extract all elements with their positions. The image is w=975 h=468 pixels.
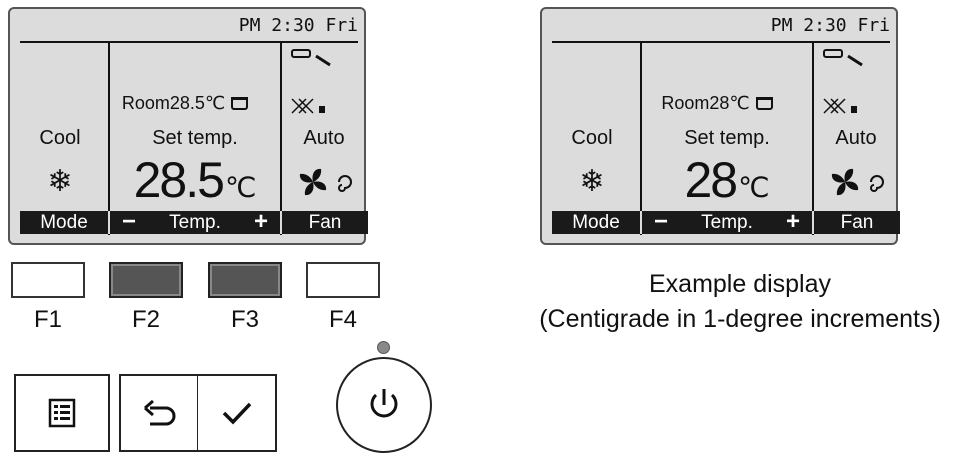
lcd-display-right: PM 2:30 Fri Room28℃ Cool ❄ Set temp. 28℃… xyxy=(540,7,900,245)
softkey-fan: Fan xyxy=(280,211,368,234)
clock-status: PM 2:30 Fri xyxy=(770,15,890,36)
set-temp-label: Set temp. xyxy=(684,127,770,149)
lcd-display-left: PM 2:30 Fri Room28.5℃ Cool ❄ Set temp. 2… xyxy=(8,7,368,245)
snowflake-icon: ❄ xyxy=(47,165,73,198)
menu-icon xyxy=(48,398,76,428)
f4-button[interactable] xyxy=(306,262,380,298)
softkey-bar: Mode − Temp. + Fan xyxy=(20,208,370,235)
mode-label: Cool xyxy=(571,127,613,149)
drain-icon xyxy=(755,97,773,110)
f1-button[interactable] xyxy=(11,262,85,298)
f2-label: F2 xyxy=(131,306,160,333)
softkey-bar: Mode − Temp. + Fan xyxy=(552,208,902,235)
temperature-unit: ℃ xyxy=(738,172,770,203)
checkmark-icon xyxy=(222,402,251,425)
room-temperature: Room28.5℃ xyxy=(115,93,255,114)
clock-status: PM 2:30 Fri xyxy=(238,15,358,36)
f2-button[interactable] xyxy=(109,262,183,298)
fan-speed-label: Auto xyxy=(303,127,345,149)
set-temperature-value: 28 xyxy=(684,152,738,208)
caption-subtitle: (Centigrade in 1-degree increments) xyxy=(539,305,941,333)
f4-label: F4 xyxy=(328,306,357,333)
return-button[interactable] xyxy=(119,374,199,452)
f3-label: F3 xyxy=(230,306,259,333)
fan-icon xyxy=(831,168,884,196)
caption-title: Example display xyxy=(648,270,832,298)
room-temperature: Room28℃ xyxy=(647,93,787,114)
vane-icon xyxy=(291,49,331,67)
menu-button[interactable] xyxy=(14,374,110,452)
room-temperature-text: Room28.5℃ xyxy=(121,93,226,113)
softkey-fan: Fan xyxy=(812,211,900,234)
vane-icon xyxy=(823,49,863,67)
operation-indicator-led xyxy=(377,341,390,354)
room-temperature-text: Room28℃ xyxy=(661,93,750,113)
divider xyxy=(20,41,358,43)
softkey-temp: − Temp. + xyxy=(640,208,812,235)
confirm-button[interactable] xyxy=(197,374,277,452)
louver-icon xyxy=(291,98,325,114)
plus-icon: + xyxy=(253,208,268,235)
set-temp-label: Set temp. xyxy=(152,127,238,149)
snowflake-icon: ❄ xyxy=(579,165,605,198)
power-button[interactable] xyxy=(336,357,432,453)
fan-speed-label: Auto xyxy=(835,127,877,149)
minus-icon: − xyxy=(122,208,137,235)
fan-icon xyxy=(299,168,352,196)
softkey-temp-label: Temp. xyxy=(169,212,221,233)
return-icon xyxy=(143,399,175,426)
set-temperature-value: 28.5 xyxy=(133,152,225,208)
drain-icon xyxy=(231,97,249,110)
set-temperature: 28℃ xyxy=(642,152,812,216)
temperature-unit: ℃ xyxy=(224,172,257,203)
divider xyxy=(552,41,890,43)
f3-button[interactable] xyxy=(208,262,282,298)
power-icon xyxy=(370,389,398,418)
set-temperature: 28.5℃ xyxy=(110,152,280,216)
f1-label: F1 xyxy=(33,306,62,333)
softkey-mode: Mode xyxy=(20,211,108,234)
softkey-temp-label: Temp. xyxy=(701,212,753,233)
mode-label: Cool xyxy=(39,127,81,149)
softkey-mode: Mode xyxy=(552,211,640,234)
plus-icon: + xyxy=(785,208,800,235)
louver-icon xyxy=(823,98,857,114)
softkey-temp: − Temp. + xyxy=(108,208,280,235)
minus-icon: − xyxy=(654,208,669,235)
